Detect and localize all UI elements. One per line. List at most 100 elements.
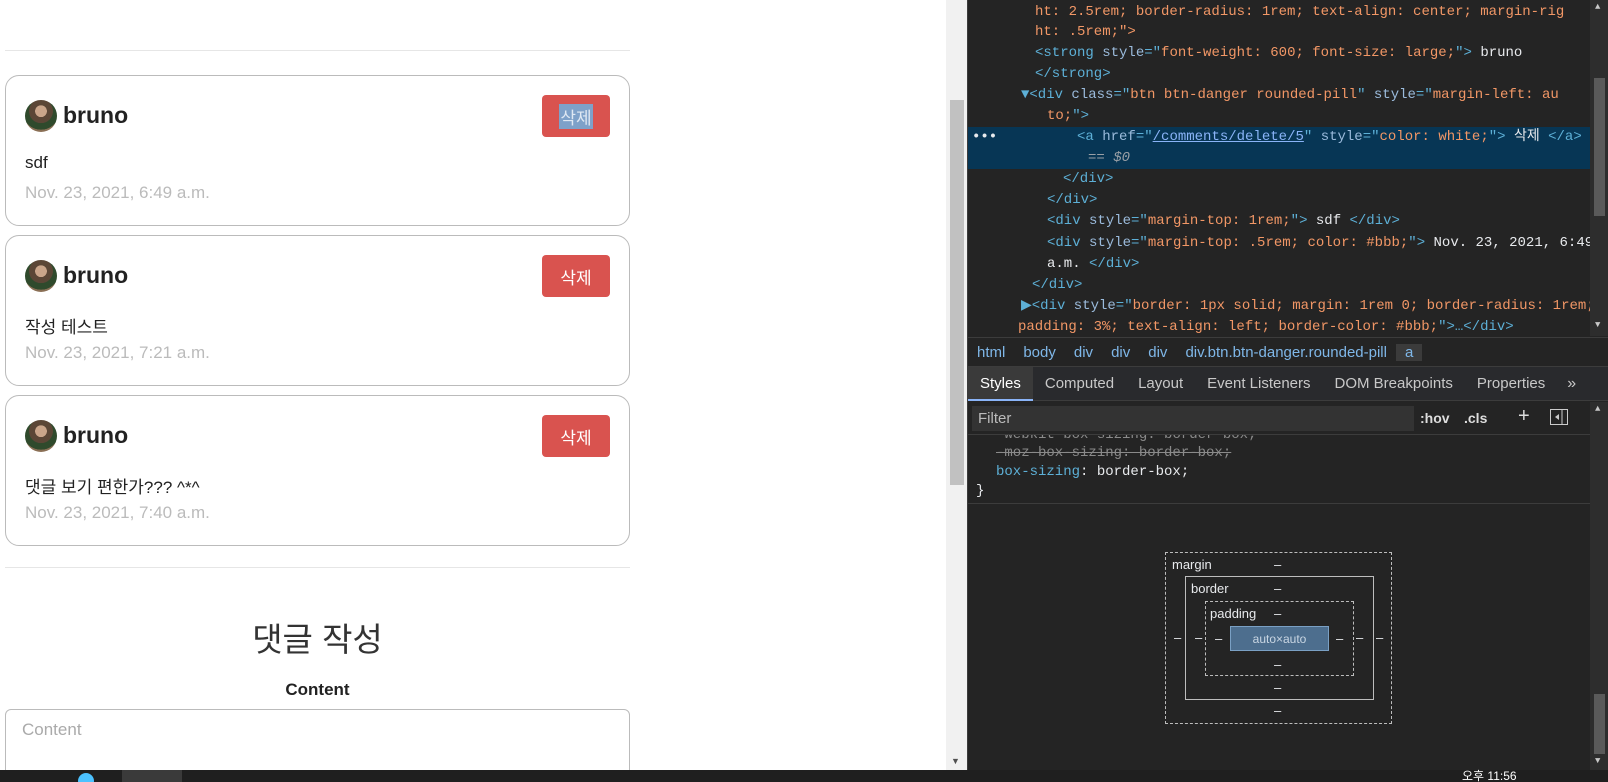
delete-button[interactable]: 삭제: [542, 255, 610, 297]
comment-text: sdf: [25, 153, 48, 172]
new-style-rule-icon[interactable]: +: [1518, 405, 1530, 428]
delete-button[interactable]: 삭제: [542, 415, 610, 457]
taskbar-app-icon[interactable]: [78, 773, 94, 782]
devtools-panel: ••• ht: 2.5rem; border-radius: 1rem; tex…: [967, 0, 1608, 770]
box-border-label: border: [1191, 581, 1229, 596]
comment-author: bruno: [63, 102, 129, 128]
dom-line[interactable]: </strong>: [1035, 64, 1111, 85]
dom-line[interactable]: ▼<div class="btn btn-danger rounded-pill…: [1021, 85, 1559, 106]
dom-line[interactable]: </div>: [1032, 275, 1082, 296]
os-taskbar: 오후 11:56: [0, 770, 1608, 782]
padding-top-value[interactable]: –: [1274, 606, 1281, 621]
padding-bottom-value[interactable]: –: [1274, 657, 1281, 672]
box-padding: padding – – – – auto×auto: [1205, 601, 1354, 676]
styles-filter-bar: :hov .cls +: [968, 402, 1590, 435]
padding-right-value[interactable]: –: [1336, 631, 1343, 646]
padding-left-value[interactable]: –: [1215, 631, 1222, 646]
breadcrumb-item[interactable]: div: [1102, 344, 1139, 361]
dom-line[interactable]: padding: 3%; text-align: left; border-co…: [1018, 317, 1514, 336]
css-rule-block: -webkit-box-sizing: border-box; -moz-box…: [968, 435, 1590, 504]
avatar: [25, 420, 57, 452]
taskbar-active-app[interactable]: [122, 770, 182, 782]
dom-line[interactable]: ht: .5rem;">: [1035, 22, 1136, 43]
box-model-diagram: margin – – – – border – – – – padding – …: [1165, 552, 1392, 724]
comment-author: bruno: [63, 422, 129, 448]
breadcrumb-item[interactable]: body: [1014, 344, 1065, 361]
dom-line: == $0: [1088, 150, 1131, 166]
dom-line[interactable]: <div style="margin-top: .5rem; color: #b…: [1047, 233, 1590, 254]
breadcrumb-item[interactable]: html: [968, 344, 1014, 361]
dom-line[interactable]: <div style="margin-top: 1rem;"> sdf </di…: [1047, 211, 1400, 232]
styles-scrollbar[interactable]: ▲ ▼: [1590, 402, 1608, 770]
styles-scrollbar-thumb[interactable]: [1594, 694, 1605, 754]
elements-scrollbar-thumb[interactable]: [1594, 78, 1605, 216]
web-page: bruno 삭제 sdf Nov. 23, 2021, 6:49 a.m. br…: [0, 0, 944, 770]
scroll-up-arrow-icon[interactable]: ▲: [1595, 2, 1600, 12]
comment-date: Nov. 23, 2021, 7:40 a.m.: [25, 503, 210, 522]
margin-left-value[interactable]: –: [1174, 630, 1181, 645]
content-label: Content: [285, 680, 350, 699]
dom-line[interactable]: ht: 2.5rem; border-radius: 1rem; text-al…: [1035, 2, 1564, 23]
delete-button[interactable]: 삭제: [542, 95, 610, 137]
tab-properties[interactable]: Properties: [1465, 367, 1557, 401]
page-scrollbar-thumb[interactable]: [950, 100, 964, 485]
node-menu-icon[interactable]: •••: [972, 129, 997, 145]
margin-right-value[interactable]: –: [1376, 630, 1383, 645]
content-input[interactable]: [5, 709, 630, 770]
comment-form-title: 댓글 작성: [252, 621, 383, 658]
margin-top-value[interactable]: –: [1274, 557, 1281, 572]
breadcrumb-item-active[interactable]: a: [1395, 343, 1423, 361]
hover-state-button[interactable]: :hov: [1420, 410, 1450, 426]
tab-layout[interactable]: Layout: [1126, 367, 1195, 401]
avatar: [25, 260, 57, 292]
page-scrollbar[interactable]: ▼: [946, 0, 967, 770]
elements-scrollbar[interactable]: ▲ ▼: [1590, 0, 1608, 336]
box-padding-label: padding: [1210, 606, 1257, 621]
border-left-value[interactable]: –: [1195, 630, 1202, 645]
comment-text: 댓글 보기 편한가??? ^*^: [25, 478, 200, 497]
dom-line[interactable]: <strong style="font-weight: 600; font-si…: [1035, 43, 1522, 64]
dom-line[interactable]: </div>: [1063, 169, 1113, 190]
dom-line[interactable]: a.m. </div>: [1047, 254, 1139, 275]
styles-filter-input[interactable]: [972, 406, 1414, 431]
dom-line[interactable]: to;">: [1047, 106, 1089, 127]
tab-event-listeners[interactable]: Event Listeners: [1195, 367, 1322, 401]
css-rule-end: }: [976, 483, 985, 499]
border-right-value[interactable]: –: [1356, 630, 1363, 645]
breadcrumb-item[interactable]: div.btn.btn-danger.rounded-pill: [1176, 344, 1396, 361]
dom-line-selected[interactable]: <a href="/comments/delete/5" style="colo…: [1077, 127, 1582, 148]
comment-card: bruno 삭제 댓글 보기 편한가??? ^*^ Nov. 23, 2021,…: [5, 395, 630, 546]
dom-line[interactable]: </div>: [1047, 190, 1097, 211]
comment-date: Nov. 23, 2021, 7:21 a.m.: [25, 343, 210, 362]
css-declaration[interactable]: box-sizing: border-box;: [996, 462, 1189, 482]
toggle-sidebar-icon[interactable]: [1550, 409, 1568, 425]
box-margin-label: margin: [1172, 557, 1212, 572]
class-toggle-button[interactable]: .cls: [1464, 410, 1487, 426]
border-bottom-value[interactable]: –: [1274, 680, 1281, 695]
margin-bottom-value[interactable]: –: [1274, 703, 1281, 718]
comment-date: Nov. 23, 2021, 6:49 a.m.: [25, 183, 210, 202]
border-top-value[interactable]: –: [1274, 581, 1281, 596]
tab-computed[interactable]: Computed: [1033, 367, 1126, 401]
screen: bruno 삭제 sdf Nov. 23, 2021, 6:49 a.m. br…: [0, 0, 1608, 782]
comment-author: bruno: [63, 262, 129, 288]
elements-tree: ••• ht: 2.5rem; border-radius: 1rem; tex…: [968, 0, 1590, 336]
box-content-size[interactable]: auto×auto: [1230, 626, 1329, 651]
scroll-down-arrow-icon[interactable]: ▼: [1595, 320, 1600, 330]
taskbar-clock[interactable]: 오후 11:56: [1462, 770, 1517, 782]
scroll-up-arrow-icon[interactable]: ▲: [1595, 404, 1600, 414]
scroll-down-arrow-icon[interactable]: ▼: [1595, 756, 1600, 766]
comment-card: bruno 삭제 sdf Nov. 23, 2021, 6:49 a.m.: [5, 75, 630, 226]
breadcrumb-item[interactable]: div: [1065, 344, 1102, 361]
comment-text: 작성 테스트: [25, 318, 108, 337]
divider: [5, 567, 630, 568]
css-declaration-overridden[interactable]: -moz-box-sizing: border-box;: [996, 443, 1231, 463]
styles-tabbar: Styles Computed Layout Event Listeners D…: [968, 366, 1608, 401]
tab-dom-breakpoints[interactable]: DOM Breakpoints: [1323, 367, 1465, 401]
tab-styles[interactable]: Styles: [968, 366, 1033, 401]
breadcrumb-item[interactable]: div: [1139, 344, 1176, 361]
more-tabs-icon[interactable]: »: [1557, 375, 1586, 393]
scroll-down-arrow-icon[interactable]: ▼: [951, 756, 960, 766]
dom-line[interactable]: ▶<div style="border: 1px solid; margin: …: [1021, 296, 1590, 317]
delete-label-selected: 삭제: [559, 103, 593, 129]
